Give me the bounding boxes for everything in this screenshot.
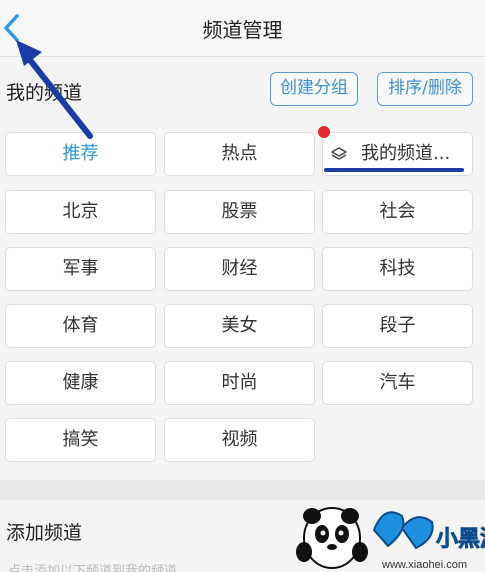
channel-label: 北京 <box>62 201 99 222</box>
channel-label: 科技 <box>379 258 416 279</box>
channel-chip-recommend[interactable]: 推荐 <box>5 132 156 176</box>
watermark-text: 小黑游戏 <box>436 526 485 551</box>
channel-label: 汽车 <box>379 372 416 393</box>
channel-chip-stocks[interactable]: 股票 <box>164 190 315 234</box>
channel-chip-sports[interactable]: 体育 <box>5 304 156 348</box>
channel-label: 社会 <box>379 201 416 222</box>
layers-icon <box>331 147 347 160</box>
channel-label: 军事 <box>62 258 99 279</box>
channel-label: 我的频道... <box>361 143 451 164</box>
channel-chip-tech[interactable]: 科技 <box>322 247 473 291</box>
create-group-button[interactable]: 创建分组 <box>270 72 358 106</box>
channel-label: 搞笑 <box>62 429 99 450</box>
channel-chip-video[interactable]: 视频 <box>164 418 315 462</box>
channel-chip-beauty[interactable]: 美女 <box>164 304 315 348</box>
channel-label: 段子 <box>379 315 416 336</box>
channel-chip-jokes[interactable]: 段子 <box>322 304 473 348</box>
channel-label: 健康 <box>62 372 99 393</box>
channel-chip-fashion[interactable]: 时尚 <box>164 361 315 405</box>
notification-badge <box>318 126 330 138</box>
annotation-underline <box>324 168 464 172</box>
channel-label: 体育 <box>62 315 99 336</box>
channel-label: 美女 <box>221 315 258 336</box>
watermark-logo: 小黑游戏 www.xiaohei.com <box>296 507 485 571</box>
channel-chip-society[interactable]: 社会 <box>322 190 473 234</box>
page-title: 频道管理 <box>202 18 283 42</box>
my-channels-title: 我的频道 <box>6 82 83 104</box>
channel-chip-health[interactable]: 健康 <box>5 361 156 405</box>
channel-chip-military[interactable]: 军事 <box>5 247 156 291</box>
channel-chip-beijing[interactable]: 北京 <box>5 190 156 234</box>
section-divider <box>0 480 485 500</box>
channel-label: 热点 <box>221 143 258 164</box>
channel-chip-finance[interactable]: 财经 <box>164 247 315 291</box>
channel-label: 视频 <box>221 429 258 450</box>
channel-label: 股票 <box>221 201 258 222</box>
watermark-url: www.xiaohei.com <box>381 559 467 571</box>
channel-chip-auto[interactable]: 汽车 <box>322 361 473 405</box>
channel-label: 时尚 <box>221 372 258 393</box>
sort-delete-button[interactable]: 排序/删除 <box>377 72 473 106</box>
channel-chip-hot[interactable]: 热点 <box>164 132 315 176</box>
add-channels-title: 添加频道 <box>6 522 83 544</box>
channel-label: 财经 <box>221 258 258 279</box>
channel-chip-funny[interactable]: 搞笑 <box>5 418 156 462</box>
add-channels-hint: 点击添加以下频道到我的频道 <box>8 564 178 572</box>
channel-label: 推荐 <box>62 143 99 164</box>
navigation-bar: 频道管理 <box>0 0 485 57</box>
